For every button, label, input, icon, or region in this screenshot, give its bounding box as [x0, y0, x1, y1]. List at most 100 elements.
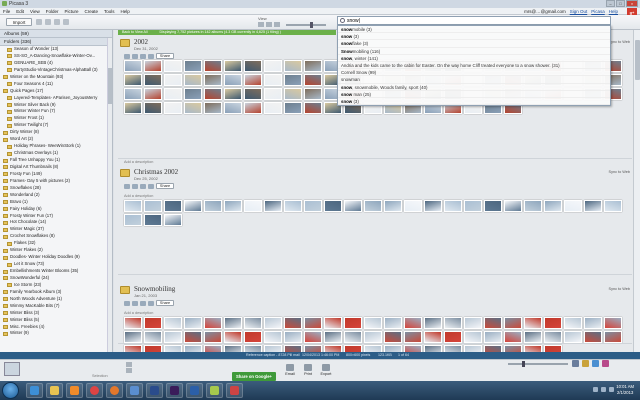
folder-item[interactable]: SnowWonderful (24)	[0, 275, 112, 282]
grid-view-icon[interactable]	[258, 22, 264, 27]
explorer-icon[interactable]	[46, 383, 63, 398]
folder-item[interactable]: Doodles- Winter Holiday Doodles (9)	[0, 254, 112, 261]
photo-thumbnail[interactable]	[144, 214, 162, 226]
clear-icon[interactable]	[126, 368, 132, 373]
folder-item[interactable]: Quick Pages (17)	[0, 88, 112, 95]
folder-item[interactable]: Frosty Winter Fun (17)	[0, 213, 112, 220]
photo-thumbnail[interactable]	[264, 88, 282, 100]
photo-thumbnail[interactable]	[124, 102, 142, 114]
add-description-field[interactable]: Add a description	[124, 311, 153, 315]
upload-icon[interactable]	[148, 53, 154, 59]
folder-item[interactable]: Family Yearbook Album (3)	[0, 289, 112, 296]
folder-item[interactable]: Dirty Winter (8)	[0, 129, 112, 136]
search-box[interactable]	[337, 16, 611, 25]
photo-thumbnail[interactable]	[184, 102, 202, 114]
photo-thumbnail[interactable]	[264, 345, 282, 352]
suggestion-item[interactable]: snowman	[338, 76, 610, 84]
photo-thumbnail[interactable]	[164, 331, 182, 343]
photo-thumbnail[interactable]	[384, 345, 402, 352]
upload-icon[interactable]	[148, 300, 154, 306]
movie-icon[interactable]	[140, 300, 146, 306]
email-client-icon[interactable]	[126, 383, 143, 398]
photo-thumbnail[interactable]	[124, 331, 142, 343]
photo-thumbnail[interactable]	[224, 200, 242, 212]
photo-thumbnail[interactable]	[284, 331, 302, 343]
media-player-icon[interactable]	[66, 383, 83, 398]
photo-thumbnail[interactable]	[244, 60, 262, 72]
photo-thumbnail[interactable]	[184, 74, 202, 86]
suggestion-item[interactable]: snowflake (3)	[338, 40, 610, 48]
photo-thumbnail[interactable]	[384, 331, 402, 343]
photo-thumbnail[interactable]	[204, 331, 222, 343]
folder-item[interactable]: Frosty Fun (149)	[0, 171, 112, 178]
photo-thumbnail[interactable]	[184, 88, 202, 100]
photo-thumbnail[interactable]	[144, 88, 162, 100]
movie-icon[interactable]	[140, 53, 146, 59]
photo-thumbnail[interactable]	[184, 60, 202, 72]
import-button[interactable]: Import	[6, 18, 32, 26]
photo-thumbnail[interactable]	[164, 74, 182, 86]
photo-thumbnail[interactable]	[244, 74, 262, 86]
photo-thumbnail[interactable]	[504, 200, 522, 212]
folder-item[interactable]: Winter Silver Back (9)	[0, 102, 112, 109]
photo-thumbnail[interactable]	[364, 317, 382, 329]
tray-thumbnail[interactable]	[4, 362, 20, 376]
photo-thumbnail[interactable]	[584, 317, 602, 329]
photo-thumbnail[interactable]	[344, 345, 362, 352]
photo-thumbnail[interactable]	[304, 60, 322, 72]
photo-thumbnail[interactable]	[384, 200, 402, 212]
photo-thumbnail[interactable]	[304, 345, 322, 352]
photo-thumbnail[interactable]	[264, 102, 282, 114]
photo-thumbnail[interactable]	[304, 317, 322, 329]
photo-thumbnail[interactable]	[144, 102, 162, 114]
folder-item[interactable]: Wonderland (2)	[0, 192, 112, 199]
photo-thumbnail[interactable]	[604, 200, 622, 212]
export-button[interactable]: Export	[318, 364, 334, 376]
slider-handle[interactable]	[522, 361, 525, 367]
folder-item[interactable]: Fairy Holiday (6)	[0, 206, 112, 213]
folder-item[interactable]: Bravo (1)	[0, 199, 112, 206]
folder-item[interactable]: Winter Magic (37)	[0, 226, 112, 233]
folder-item[interactable]: PartyStudio-VintageChristmas-AlphaBall (…	[0, 67, 112, 74]
photo-thumbnail[interactable]	[544, 317, 562, 329]
photo-thumbnail[interactable]	[324, 317, 342, 329]
photo-thumbnail[interactable]	[324, 200, 342, 212]
thumbnail-size-slider[interactable]	[286, 22, 326, 28]
photo-thumbnail[interactable]	[264, 74, 282, 86]
photo-thumbnail[interactable]	[484, 345, 502, 352]
photo-thumbnail[interactable]	[344, 200, 362, 212]
photo-thumbnail[interactable]	[464, 317, 482, 329]
sidebar-scrollbar[interactable]	[107, 38, 112, 352]
photo-thumbnail[interactable]	[324, 331, 342, 343]
photo-thumbnail[interactable]	[424, 331, 442, 343]
photo-thumbnail[interactable]	[224, 74, 242, 86]
collage-icon[interactable]	[54, 19, 60, 25]
folder-item[interactable]: Fall Tree Unhappy You (1)	[0, 157, 112, 164]
sign-out-link[interactable]: Sign Out	[570, 9, 588, 14]
photo-thumbnail[interactable]	[304, 102, 322, 114]
folder-item[interactable]: Winter (9)	[0, 330, 112, 337]
photo-thumbnail[interactable]	[124, 60, 142, 72]
photoshop-icon[interactable]	[146, 383, 163, 398]
email-button[interactable]: Email	[282, 364, 298, 376]
upload-icon[interactable]	[148, 183, 154, 189]
photo-thumbnail[interactable]	[444, 345, 462, 352]
photo-thumbnail[interactable]	[424, 317, 442, 329]
photo-thumbnail[interactable]	[424, 200, 442, 212]
photo-thumbnail[interactable]	[564, 317, 582, 329]
folder-item[interactable]: Hot Chocolate (14)	[0, 219, 112, 226]
photo-thumbnail[interactable]	[544, 331, 562, 343]
photo-thumbnail[interactable]	[404, 317, 422, 329]
photo-thumbnail[interactable]	[204, 88, 222, 100]
photo-thumbnail[interactable]	[184, 200, 202, 212]
photo-thumbnail[interactable]	[284, 317, 302, 329]
photo-thumbnail[interactable]	[584, 331, 602, 343]
menu-folder[interactable]: Folder	[46, 9, 59, 14]
folder-item[interactable]: Frames- Day 5 with pictures (2)	[0, 178, 112, 185]
share-button[interactable]: Share	[156, 53, 174, 59]
photo-thumbnail[interactable]	[304, 200, 322, 212]
photo-thumbnail[interactable]	[364, 331, 382, 343]
photo-thumbnail[interactable]	[484, 331, 502, 343]
photo-thumbnail[interactable]	[404, 331, 422, 343]
photo-thumbnail[interactable]	[304, 331, 322, 343]
